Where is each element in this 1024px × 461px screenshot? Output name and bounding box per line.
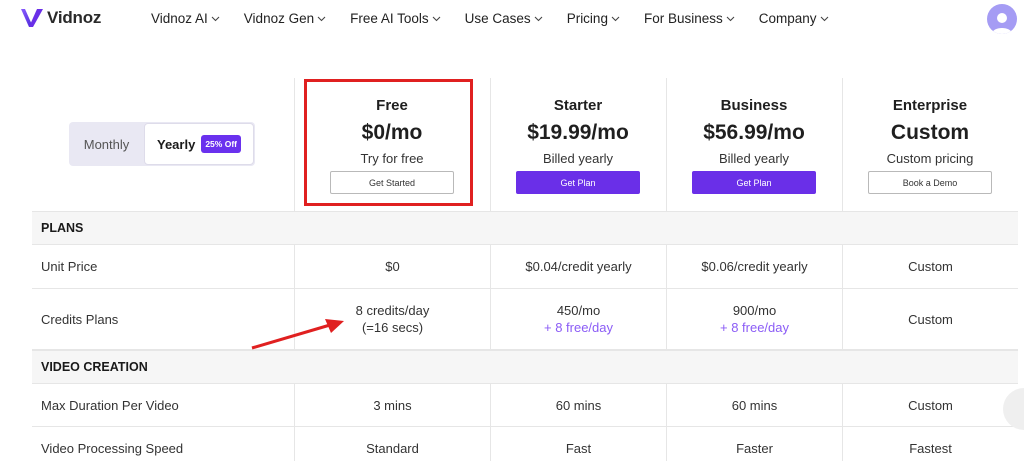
table-cell: 60 mins — [666, 384, 842, 426]
cell-extra: + 8 free/day — [719, 320, 790, 335]
table-cell: 900/mo + 8 free/day — [666, 289, 842, 349]
cell-value: 8 credits/day — [355, 303, 430, 318]
annotation-arrow-icon — [251, 319, 344, 350]
chevron-down-icon — [820, 16, 828, 21]
billing-toggle: Monthly Yearly 25% Off — [69, 122, 255, 166]
table-row: Credits Plans 8 credits/day (=16 secs) 4… — [32, 289, 1018, 350]
nav-item-use-cases[interactable]: Use Cases — [465, 11, 543, 26]
row-label: Max Duration Per Video — [41, 397, 179, 413]
yearly-option[interactable]: Yearly 25% Off — [144, 123, 254, 165]
table-cell: $0.06/credit yearly — [666, 245, 842, 288]
book-demo-button[interactable]: Book a Demo — [868, 171, 992, 194]
table-cell: Faster — [666, 427, 842, 461]
plan-starter: Starter $19.99/mo Billed yearly Get Plan — [490, 78, 666, 211]
nav-item-vidnoz-ai[interactable]: Vidnoz AI — [151, 11, 220, 26]
plan-enterprise: Enterprise Custom Custom pricing Book a … — [842, 78, 1018, 211]
chevron-down-icon — [611, 16, 620, 21]
row-label: Unit Price — [41, 259, 98, 274]
table-cell: Standard — [294, 427, 490, 461]
table-cell: 450/mo + 8 free/day — [490, 289, 666, 349]
get-plan-business-button[interactable]: Get Plan — [692, 171, 816, 194]
chevron-down-icon — [534, 16, 543, 21]
table-cell: $0 — [294, 245, 490, 288]
row-label: Video Processing Speed — [41, 441, 184, 456]
table-row: Max Duration Per Video 3 mins 60 mins 60… — [32, 384, 1018, 427]
chevron-down-icon — [432, 16, 441, 21]
nav-item-label: Vidnoz AI — [151, 11, 208, 26]
table-cell: 3 mins — [294, 384, 490, 426]
table-cell: Custom — [842, 245, 1018, 288]
nav-item-label: Company — [758, 11, 817, 26]
nav-item-label: Free AI Tools — [350, 11, 429, 26]
plan-business: Business $56.99/mo Billed yearly Get Pla… — [666, 78, 842, 211]
nav-item-free-ai-tools[interactable]: Free AI Tools — [350, 11, 441, 26]
chevron-down-icon — [726, 16, 735, 21]
section-header-video-creation: VIDEO CREATION — [32, 350, 1018, 384]
vidnoz-logo-icon — [21, 9, 43, 27]
avatar[interactable] — [987, 4, 1017, 34]
plan-name: Starter — [553, 97, 603, 114]
plan-subtitle: Billed yearly — [718, 151, 790, 166]
yearly-label: Yearly — [157, 136, 196, 152]
table-cell: Fast — [490, 427, 666, 461]
table-row: Unit Price $0 $0.04/credit yearly $0.06/… — [32, 245, 1018, 289]
cell-extra: (=16 secs) — [361, 320, 424, 335]
plan-comparison-table: PLANS Unit Price $0 $0.04/credit yearly … — [32, 211, 1018, 461]
nav-item-pricing[interactable]: Pricing — [567, 11, 620, 26]
section-header-plans: PLANS — [32, 211, 1018, 245]
vidnoz-logo[interactable]: Vidnoz — [20, 7, 101, 29]
plan-subtitle: Custom pricing — [886, 151, 974, 166]
nav-item-vidnoz-gen[interactable]: Vidnoz Gen — [244, 11, 326, 26]
plan-price: $19.99/mo — [527, 121, 629, 144]
plan-price: $56.99/mo — [703, 121, 805, 144]
plan-price: Custom — [890, 121, 970, 144]
discount-badge: 25% Off — [201, 135, 241, 153]
get-plan-starter-button[interactable]: Get Plan — [516, 171, 640, 194]
chevron-down-icon — [317, 16, 326, 21]
main-menu: Vidnoz AI Vidnoz Gen Free AI Tools Use C… — [151, 11, 829, 26]
cell-value: 450/mo — [556, 303, 601, 318]
plan-name: Business — [720, 97, 788, 114]
table-cell: $0.04/credit yearly — [490, 245, 666, 288]
nav-item-label: Pricing — [566, 11, 608, 26]
table-cell: Custom — [842, 384, 1018, 426]
top-navigation: Vidnoz Vidnoz AI Vidnoz Gen Free AI Tool… — [0, 0, 1024, 40]
chevron-down-icon — [211, 16, 220, 21]
table-cell: 60 mins — [490, 384, 666, 426]
table-row: Video Processing Speed Standard Fast Fas… — [32, 427, 1018, 461]
nav-item-company[interactable]: Company — [759, 11, 829, 26]
user-avatar-icon — [992, 13, 1012, 34]
nav-item-label: Use Cases — [464, 11, 531, 26]
nav-item-label: For Business — [643, 11, 723, 26]
plan-name: Enterprise — [892, 97, 968, 114]
free-plan-highlight-box — [304, 79, 473, 206]
cell-extra: + 8 free/day — [543, 320, 614, 335]
brand-name: Vidnoz — [47, 8, 102, 27]
nav-item-label: Vidnoz Gen — [243, 11, 315, 26]
cell-value: 900/mo — [732, 303, 777, 318]
nav-item-for-business[interactable]: For Business — [644, 11, 735, 26]
table-cell: Fastest — [842, 427, 1018, 461]
monthly-option[interactable]: Monthly — [69, 122, 144, 166]
plan-subtitle: Billed yearly — [542, 151, 614, 166]
table-cell: Custom — [842, 289, 1018, 349]
